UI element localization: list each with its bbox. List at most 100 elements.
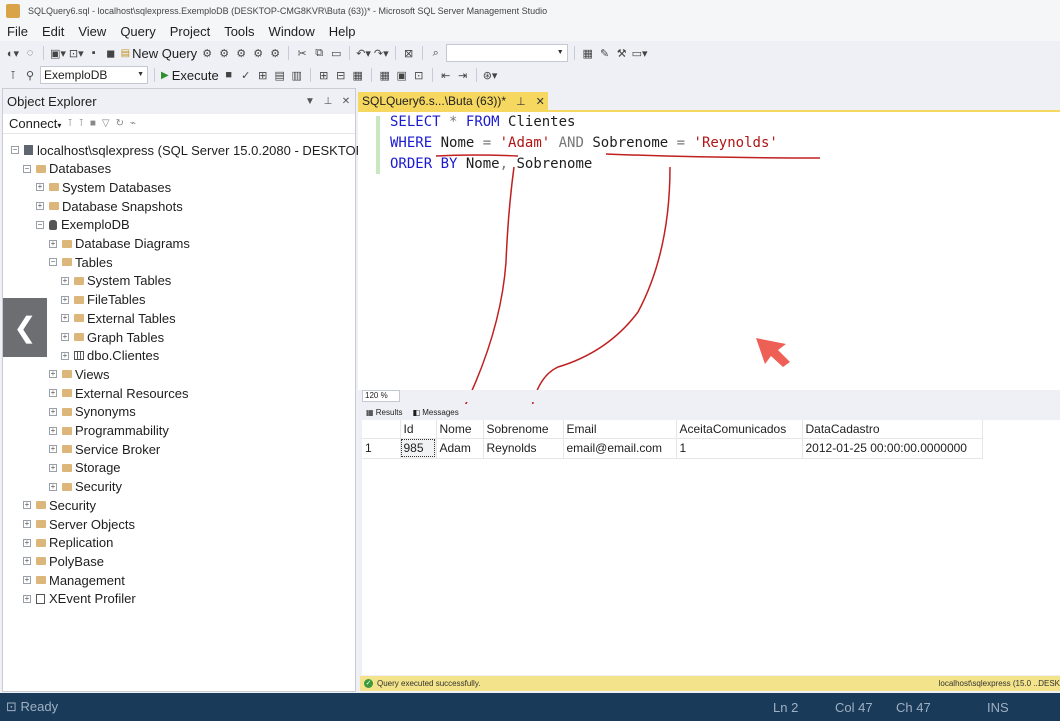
close-icon[interactable]: ✕	[337, 96, 355, 107]
expand-icon[interactable]: +	[49, 239, 57, 248]
expand-icon[interactable]: +	[23, 576, 31, 585]
tree-node[interactable]: + Replication	[23, 534, 113, 552]
zoom-selector[interactable]: 120 %	[362, 390, 400, 402]
tree-node[interactable]: + Service Broker	[49, 440, 160, 458]
tree-node[interactable]: + External Tables	[61, 309, 176, 327]
tree-node[interactable]: + XEvent Profiler	[23, 590, 136, 608]
dax-query-icon[interactable]: ⚙	[268, 45, 282, 61]
tree-node[interactable]: + System Tables	[61, 272, 171, 290]
include-plan-icon[interactable]: ⊞	[317, 67, 331, 83]
expand-icon[interactable]: +	[49, 407, 57, 416]
solution-config-icon[interactable]: ⊠	[402, 45, 416, 61]
analysis-query-icon[interactable]: ⚙	[217, 45, 231, 61]
paste-icon[interactable]: ▭	[329, 45, 343, 61]
refresh-icon[interactable]: ↻	[116, 118, 124, 129]
column-header[interactable]: Nome	[436, 420, 484, 439]
comment-icon[interactable]: ⊡	[412, 67, 426, 83]
expand-icon[interactable]: +	[61, 276, 69, 285]
menu-edit[interactable]: Edit	[35, 24, 71, 39]
change-connection-icon[interactable]: ⚲	[23, 67, 37, 83]
results-to-file-icon[interactable]: ▣	[395, 67, 409, 83]
column-header[interactable]: Email	[563, 420, 677, 439]
table-cell[interactable]: 985	[400, 438, 437, 459]
menu-project[interactable]: Project	[163, 24, 217, 39]
expand-icon[interactable]: +	[49, 445, 57, 454]
expand-icon[interactable]: +	[61, 295, 69, 304]
add-item-icon[interactable]: ⊡▾	[69, 45, 84, 61]
panel-menu-icon[interactable]: ▼	[301, 96, 319, 107]
tree-node[interactable]: + PolyBase	[23, 552, 104, 570]
collapse-icon[interactable]: −	[11, 146, 19, 154]
tree-node[interactable]: − Databases	[23, 160, 111, 178]
menu-view[interactable]: View	[71, 24, 113, 39]
expand-icon[interactable]: +	[36, 202, 44, 211]
results-to-grid-icon[interactable]: ▦	[378, 67, 392, 83]
expand-icon[interactable]: +	[49, 426, 57, 435]
save-icon[interactable]: ▪	[87, 45, 101, 61]
collapse-icon[interactable]: −	[36, 220, 44, 229]
tree-node[interactable]: + Security	[23, 496, 96, 514]
db-engine-query-icon[interactable]: ⚙	[200, 45, 214, 61]
outdent-icon[interactable]: ⇤	[439, 67, 453, 83]
expand-icon[interactable]: +	[49, 370, 57, 379]
column-header[interactable]: Sobrenome	[483, 420, 564, 439]
tree-node[interactable]: + Synonyms	[49, 403, 136, 421]
window-layout-icon[interactable]: ▭▾	[632, 45, 648, 61]
tree-node[interactable]: + External Resources	[49, 384, 188, 402]
collapse-icon[interactable]: −	[23, 164, 31, 173]
new-project-icon[interactable]: ▣▾	[50, 45, 66, 61]
tree-node[interactable]: + dbo.Clientes	[61, 347, 159, 365]
undo-icon[interactable]: ↶▾	[356, 45, 371, 61]
close-tab-icon[interactable]: ✕	[536, 95, 545, 108]
table-cell[interactable]: 1	[676, 438, 803, 459]
expand-icon[interactable]: +	[23, 538, 31, 547]
specify-values-icon[interactable]: ⊛▾	[483, 67, 498, 83]
tree-node[interactable]: − Tables	[49, 253, 113, 271]
table-cell[interactable]: Adam	[436, 438, 484, 459]
results-to-text-icon[interactable]: ▥	[290, 67, 304, 83]
stop-icon[interactable]: ■	[90, 118, 96, 129]
query-designer-icon[interactable]: ▤	[273, 67, 287, 83]
tree-node[interactable]: + Database Snapshots	[36, 197, 183, 215]
tab-sqlquery6[interactable]: SQLQuery6.s...\Buta (63))* ⊥ ✕	[358, 92, 548, 110]
live-stats-icon[interactable]: ⊟	[334, 67, 348, 83]
tab-messages[interactable]: ◧ Messages	[412, 408, 458, 417]
tree-node[interactable]: − localhost\sqlexpress (SQL Server 15.0.2…	[11, 141, 389, 159]
tree-node[interactable]: + Views	[49, 365, 109, 383]
connect-plug-icon[interactable]: ⊺	[67, 118, 72, 129]
tree-node[interactable]: + Graph Tables	[61, 328, 164, 346]
disconnect-icon[interactable]: ⊺	[79, 118, 84, 129]
tree-node[interactable]: + Security	[49, 478, 122, 496]
pin-icon[interactable]: ⊥	[516, 95, 526, 108]
column-header[interactable]: Id	[400, 420, 437, 439]
expand-icon[interactable]: +	[61, 314, 69, 323]
expand-icon[interactable]: +	[36, 183, 44, 192]
connect-icon[interactable]: ⊺	[6, 67, 20, 83]
client-stats-icon[interactable]: ▦	[351, 67, 365, 83]
tree-node[interactable]: + Storage	[49, 459, 121, 477]
forward-nav-icon[interactable]: ◌	[23, 45, 37, 61]
tree-node[interactable]: + FileTables	[61, 291, 146, 309]
tree-node[interactable]: + System Databases	[36, 178, 171, 196]
tree-node[interactable]: + Programmability	[49, 422, 169, 440]
properties-icon[interactable]: ✎	[598, 45, 612, 61]
cut-icon[interactable]: ✂	[295, 45, 309, 61]
execute-button[interactable]: ▶ Execute	[161, 68, 219, 83]
filter-icon[interactable]: ▽	[102, 118, 110, 129]
expand-icon[interactable]: +	[23, 557, 31, 566]
collapse-icon[interactable]: −	[49, 258, 57, 267]
grid-corner[interactable]	[362, 420, 401, 439]
save-all-icon[interactable]: ◼	[104, 45, 118, 61]
find-in-files-icon[interactable]: ⌕	[429, 45, 443, 61]
cancel-query-icon[interactable]: ■	[222, 67, 236, 83]
table-cell[interactable]: 2012-01-25 00:00:00.0000000	[802, 438, 983, 459]
solution-explorer-icon[interactable]: ▦	[581, 45, 595, 61]
query-editor[interactable]: SELECT * FROM Clientes WHERE Nome = 'Adam…	[358, 110, 1060, 418]
row-number[interactable]: 1	[362, 438, 401, 459]
horizontal-scrollbar[interactable]	[400, 390, 1060, 402]
column-header[interactable]: AceitaComunicados	[676, 420, 803, 439]
menu-query[interactable]: Query	[113, 24, 162, 39]
connect-button[interactable]: Connect▾	[9, 116, 61, 131]
menu-help[interactable]: Help	[322, 24, 363, 39]
menu-window[interactable]: Window	[262, 24, 322, 39]
